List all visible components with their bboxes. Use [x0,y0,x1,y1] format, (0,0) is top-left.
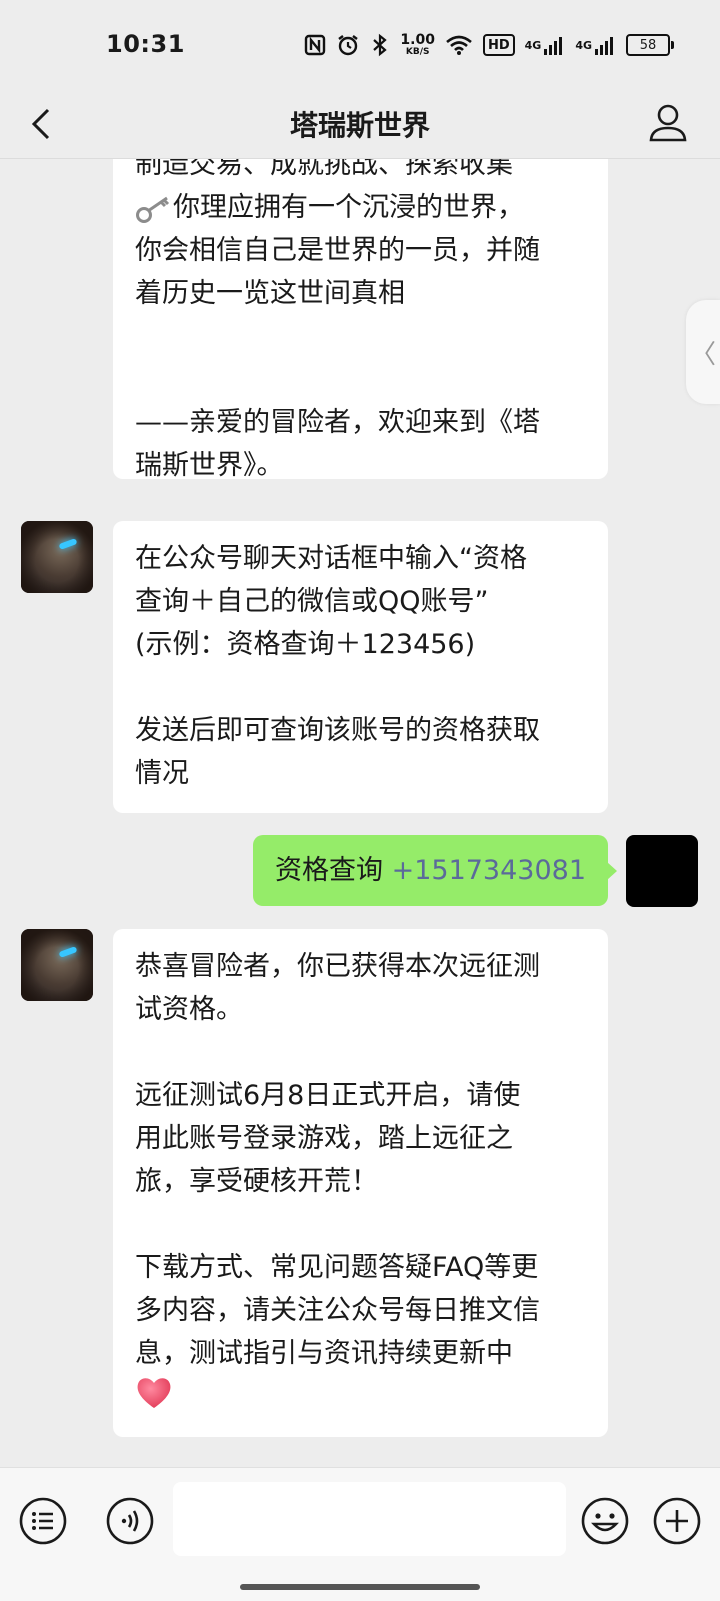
message-line: 着历史一览这世间真相 [135,278,405,309]
plus-icon [653,1497,701,1545]
side-drawer-handle[interactable]: 〈 [686,300,720,404]
message-line: 瑞斯世界》。 [135,450,284,481]
message-line: 查询＋自己的微信或QQ账号” [135,586,489,617]
signal-label-2: 4G [575,38,592,52]
network-speed-unit: KB/S [405,47,430,57]
message-input[interactable] [173,1482,566,1556]
message-bubble: 制造交易、成就挑战、探索收集 你理应拥有一个沉浸的世界， 你会相信自己是世界的一… [113,159,608,481]
voice-button[interactable] [105,1496,155,1546]
wifi-icon [445,31,473,59]
message-line [135,1375,586,1424]
alarm-icon [336,31,360,59]
message-line: 用此账号登录游戏，踏上远征之 [135,1123,513,1154]
chat-title: 塔瑞斯世界 [289,109,430,142]
message-line: 下载方式、常见问题答疑FAQ等更 [135,1252,539,1283]
chat-area[interactable]: 制造交易、成就挑战、探索收集 你理应拥有一个沉浸的世界， 你会相信自己是世界的一… [0,159,720,1467]
message-line: (示例：资格查询＋123456) [135,629,476,660]
voice-icon [106,1497,154,1545]
message-line: 试资格。 [135,994,243,1025]
emoji-button[interactable] [580,1496,630,1546]
message-line: 你理应拥有一个沉浸的世界， [135,186,586,229]
message-line: 情况 [135,758,189,789]
more-button[interactable] [652,1496,702,1546]
message-line: 制造交易、成就挑战、探索收集 [135,159,513,180]
sent-message-bubble: 资格查询 +1517343081 [253,835,608,906]
key-emoji-icon [135,194,173,224]
home-indicator[interactable] [240,1584,480,1590]
message-line: 旅，享受硬核开荒！ [135,1166,378,1197]
official-account-avatar[interactable] [21,929,93,1001]
user-avatar[interactable] [626,835,698,907]
emoji-icon [581,1497,629,1545]
menu-icon [19,1497,67,1545]
signal-strength-2: 4G [575,31,616,59]
sent-message-number[interactable]: +1517343081 [392,855,586,886]
message-line: 多内容，请关注公众号每日推文信 [135,1295,540,1326]
message-line: 在公众号聊天对话框中输入“资格 [135,543,527,574]
heart-emoji-icon [135,1375,173,1411]
message-line: 远征测试6月8日正式开启，请使 [135,1080,521,1111]
message-line: 息，测试指引与资讯持续更新中 [135,1338,513,1369]
signal-label-1: 4G [524,38,542,52]
profile-button[interactable] [642,98,694,150]
sent-bubble-tail [607,862,617,880]
network-speed: 1.00 KB/S [400,31,435,59]
message-line-text: 你理应拥有一个沉浸的世界， [173,192,524,223]
status-bar: 10:31 1.00 KB/S HD 4G 4G 58 [0,0,720,90]
bluetooth-icon [370,31,390,59]
official-account-avatar[interactable] [21,521,93,593]
status-time: 10:31 [106,30,185,58]
signal-strength-1: 4G [525,31,566,59]
message-line: 发送后即可查询该账号的资格获取 [135,715,540,746]
message-bubble: 恭喜冒险者，你已获得本次远征测 试资格。 远征测试6月8日正式开启，请使 用此账… [113,929,608,1437]
menu-button[interactable] [18,1496,68,1546]
message-bubble: 在公众号聊天对话框中输入“资格 查询＋自己的微信或QQ账号” (示例：资格查询＋… [113,521,608,813]
nfc-icon [304,31,326,59]
network-speed-value: 1.00 [400,32,435,48]
profile-icon [649,104,687,142]
message-line: 恭喜冒险者，你已获得本次远征测 [135,951,540,982]
message-line: ——亲爱的冒险者，欢迎来到《塔 [135,407,540,438]
status-icons: 1.00 KB/S HD 4G 4G 58 [304,30,674,60]
nav-bar: 塔瑞斯世界 [0,90,720,159]
input-toolbar [0,1467,720,1601]
sent-message-prefix: 资格查询 [275,855,383,886]
hd-badge: HD [482,34,515,56]
battery-indicator: 58 [626,34,674,56]
message-line: 你会相信自己是世界的一员，并随 [135,235,540,266]
